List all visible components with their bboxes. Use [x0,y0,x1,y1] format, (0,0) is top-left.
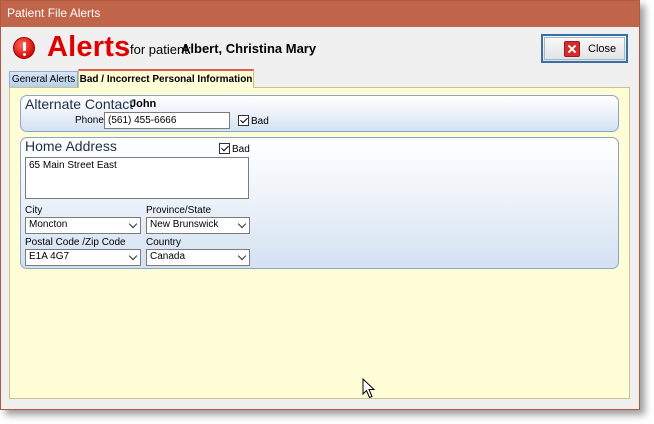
home-address-bad-checkbox[interactable] [219,143,230,154]
country-label: Country [146,237,182,248]
patient-name: Albert, Christina Mary [181,41,317,56]
chevron-down-icon [237,219,247,229]
city-select[interactable]: Moncton [25,217,141,234]
home-address-bad-label: Bad [232,144,250,155]
country-select[interactable]: Canada [146,249,250,266]
address-textarea[interactable]: 65 Main Street East [25,157,249,199]
close-button-label: Close [588,43,617,55]
postal-code-label: Postal Code /Zip Code [25,237,126,248]
phone-input[interactable]: (561) 455-6666 [104,112,230,129]
window-title-bar: Patient File Alerts [1,1,639,27]
province-select-value: New Brunswick [150,219,219,230]
city-label: City [25,205,43,216]
country-select-value: Canada [150,251,186,262]
alternate-contact-title: Alternate Contact [25,96,134,112]
postal-code-select[interactable]: E1A 4G7 [25,249,141,266]
chevron-down-icon [128,251,138,261]
alternate-contact-bad-label: Bad [251,116,269,127]
tab-bad-personal-information[interactable]: Bad / Incorrect Personal Information [78,69,254,88]
red-x-icon [564,41,580,57]
alternate-contact-bad-checkbox[interactable] [238,115,249,126]
phone-label: Phone [75,115,104,126]
chevron-down-icon [128,219,138,229]
postal-code-select-value: E1A 4G7 [29,251,70,262]
alternate-contact-name: John [130,98,157,110]
alerts-heading: Alerts [47,31,131,63]
province-select[interactable]: New Brunswick [146,217,250,234]
home-address-title: Home Address [25,138,117,154]
chevron-down-icon [237,251,247,261]
tab-general-alerts[interactable]: General Alerts [9,71,78,87]
mouse-pointer-icon [362,378,376,399]
exclamation-circle-icon [13,37,35,59]
province-label: Province/State [146,205,212,216]
close-button[interactable]: Close [541,34,628,63]
city-select-value: Moncton [29,219,68,230]
